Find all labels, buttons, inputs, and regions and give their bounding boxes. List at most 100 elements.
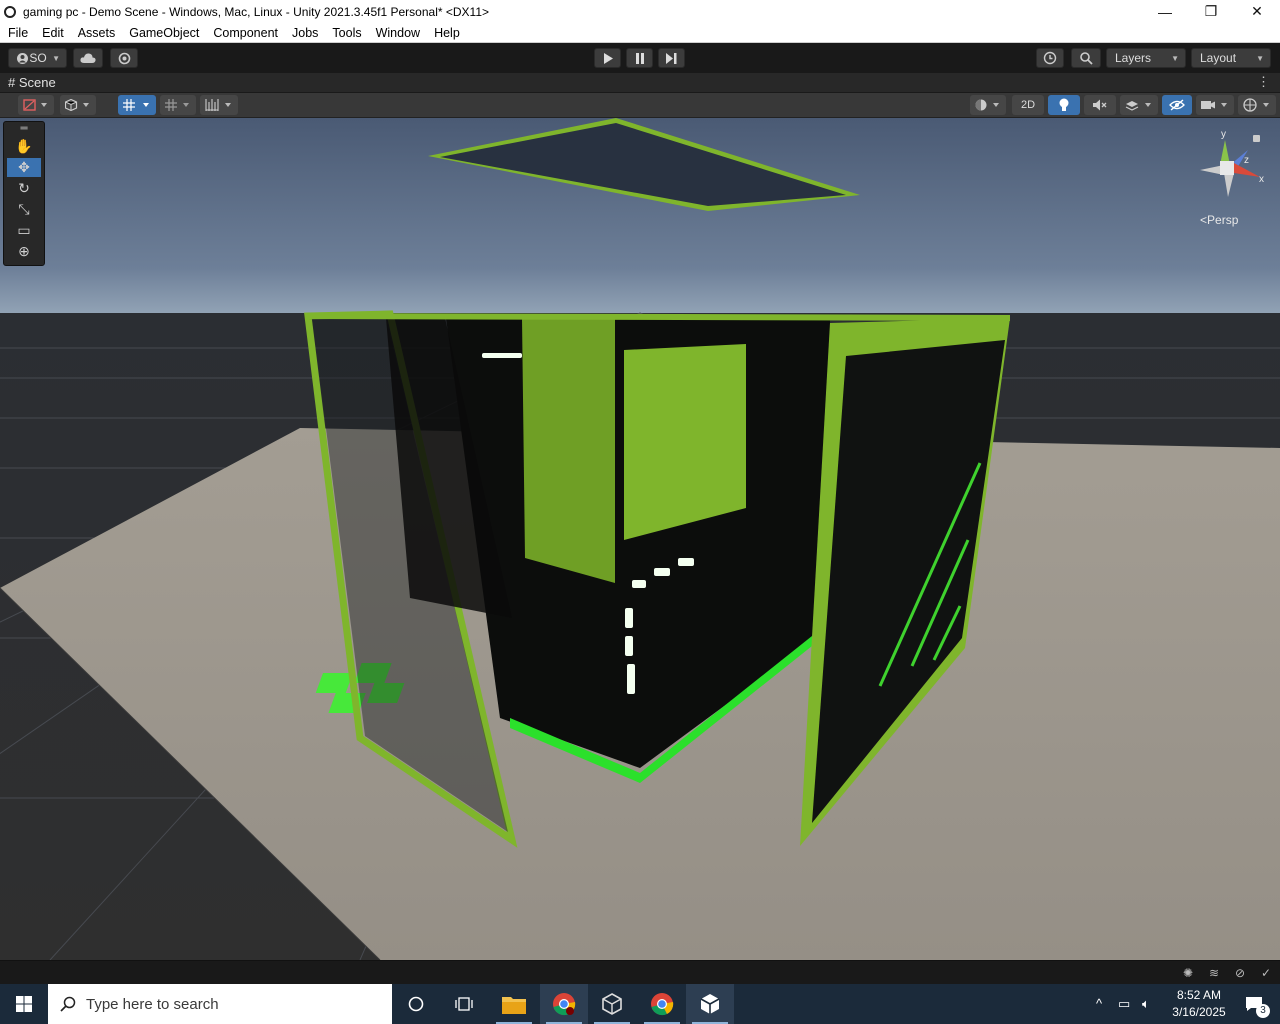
layout-dropdown[interactable]: Layout ▼ <box>1191 48 1271 68</box>
play-icon <box>603 52 613 64</box>
menu-jobs[interactable]: Jobs <box>284 26 324 40</box>
axis-x-label: x <box>1259 174 1264 185</box>
system-clock[interactable]: 8:52 AM 3/16/2025 <box>1166 987 1232 1021</box>
taskbar-search-box[interactable]: Type here to search <box>48 984 392 1024</box>
account-icon <box>17 52 28 64</box>
cortana-circle-icon <box>408 996 424 1012</box>
tab-scene-label: Scene <box>18 75 56 90</box>
projection-label: Persp <box>1207 213 1239 227</box>
chrome-icon <box>651 993 674 1016</box>
unity-editor-app[interactable] <box>686 984 734 1024</box>
chrome-icon <box>553 993 576 1016</box>
disabled-icon[interactable]: ⊘ <box>1232 966 1248 980</box>
scene-visibility-toggle[interactable] <box>1162 95 1192 115</box>
unity-hub-icon <box>602 993 622 1015</box>
chevron-up-icon[interactable]: ^ <box>1096 996 1102 1011</box>
axis-z-label: z <box>1244 155 1249 166</box>
grid-snap-toggle[interactable] <box>118 95 156 115</box>
tab-scene[interactable]: # Scene <box>8 75 56 90</box>
lock-icon[interactable] <box>1253 135 1260 142</box>
play-button[interactable] <box>594 48 621 68</box>
menu-help[interactable]: Help <box>426 26 466 40</box>
account-dropdown[interactable]: SO ▼ <box>8 48 67 68</box>
chrome-app-1[interactable] <box>540 984 588 1024</box>
interior-panel-left <box>522 318 615 583</box>
scene-overlay-toolbar: 2D <box>0 93 1280 118</box>
check-circle-icon[interactable]: ✓ <box>1258 966 1274 980</box>
menu-component[interactable]: Component <box>205 26 284 40</box>
rotate-tool-icon[interactable]: ↻ <box>7 179 41 198</box>
status-bar: ✺ ≋ ⊘ ✓ <box>0 960 1280 984</box>
start-button[interactable] <box>0 984 48 1024</box>
unity-hub-app[interactable] <box>588 984 636 1024</box>
move-tool-icon[interactable]: ✥ <box>7 158 41 177</box>
grid-snap-icon <box>123 99 149 111</box>
layers-dropdown[interactable]: Layers ▼ <box>1106 48 1186 68</box>
lighting-toggle[interactable] <box>1048 95 1080 115</box>
menu-file[interactable]: File <box>0 26 34 40</box>
search-button[interactable] <box>1071 48 1101 68</box>
hand-tool-icon[interactable]: ✋ <box>7 137 41 156</box>
scene-render <box>0 118 1280 960</box>
scene-grid-icon: # <box>8 75 16 90</box>
notification-center-button[interactable]: 3 <box>1230 984 1278 1024</box>
title-bar: gaming pc - Demo Scene - Windows, Mac, L… <box>0 0 1280 23</box>
file-explorer-app[interactable] <box>490 984 538 1024</box>
gizmos-icon <box>1243 98 1269 112</box>
account-label: SO <box>29 51 47 65</box>
volume-icon[interactable]: 🔈︎ <box>1142 996 1150 1012</box>
camera-icon <box>1201 101 1227 109</box>
transform-tool-icon[interactable]: ⊕ <box>7 242 41 261</box>
menu-window[interactable]: Window <box>368 26 426 40</box>
restore-button[interactable]: ❐ <box>1188 0 1234 23</box>
menu-assets[interactable]: Assets <box>70 26 122 40</box>
mode-2d-label: 2D <box>1020 99 1036 111</box>
sphere-shading-icon <box>975 99 999 111</box>
hidden-eye-icon <box>1169 99 1185 111</box>
window-title: gaming pc - Demo Scene - Windows, Mac, L… <box>23 4 490 19</box>
projection-toggle[interactable]: <Persp <box>1200 213 1238 227</box>
shading-dropdown[interactable] <box>60 95 96 115</box>
chrome-app-2[interactable] <box>638 984 686 1024</box>
cortana-button[interactable] <box>392 984 440 1024</box>
gizmos-dropdown[interactable] <box>1238 95 1276 115</box>
main-toolbar: SO ▼ Layers ▼ Layout ▼ <box>0 43 1280 73</box>
lightbulb-icon <box>1059 98 1069 111</box>
windows-taskbar: Type here to search ^ ▭ 🔈︎ 8:52 AM 3/16/… <box>0 984 1280 1024</box>
interior-panel-psu <box>624 344 746 540</box>
search-icon <box>60 996 76 1012</box>
effects-dropdown[interactable] <box>1120 95 1158 115</box>
history-button[interactable] <box>1036 48 1064 68</box>
collab-button[interactable] <box>110 48 138 68</box>
stack-icon[interactable]: ≋ <box>1206 966 1222 980</box>
drag-handle-icon[interactable]: ═ <box>7 123 41 134</box>
menu-edit[interactable]: Edit <box>34 26 70 40</box>
draw-mode-dropdown[interactable] <box>18 95 54 115</box>
history-icon <box>1043 51 1057 65</box>
pause-button[interactable] <box>626 48 653 68</box>
step-button[interactable] <box>658 48 685 68</box>
clock-time: 8:52 AM <box>1176 988 1222 1002</box>
mode-2d-toggle[interactable]: 2D <box>1012 95 1044 115</box>
minimize-button[interactable]: — <box>1142 0 1188 23</box>
camera-dropdown[interactable] <box>1196 95 1234 115</box>
notification-count-badge: 3 <box>1256 1004 1270 1018</box>
align-dropdown[interactable] <box>200 95 238 115</box>
menu-gameobject[interactable]: GameObject <box>121 26 205 40</box>
rect-tool-icon[interactable]: ▭ <box>7 221 41 240</box>
search-icon <box>1079 51 1093 65</box>
more-options-icon[interactable]: ⋮ <box>1257 74 1270 90</box>
shading-mode-dropdown[interactable] <box>970 95 1006 115</box>
bug-icon[interactable]: ✺ <box>1180 966 1196 980</box>
close-button[interactable]: ✕ <box>1234 0 1280 23</box>
cloud-button[interactable] <box>73 48 103 68</box>
unity-logo-icon <box>4 5 16 18</box>
scene-viewport[interactable] <box>0 118 1280 960</box>
task-view-button[interactable] <box>440 984 488 1024</box>
menu-tools[interactable]: Tools <box>324 26 367 40</box>
scale-tool-icon[interactable]: ⤡ <box>7 200 41 219</box>
network-icon[interactable]: ▭ <box>1118 996 1130 1012</box>
increment-snap-dropdown[interactable] <box>160 95 196 115</box>
draw-mode-icon <box>23 99 47 111</box>
audio-toggle[interactable] <box>1084 95 1116 115</box>
